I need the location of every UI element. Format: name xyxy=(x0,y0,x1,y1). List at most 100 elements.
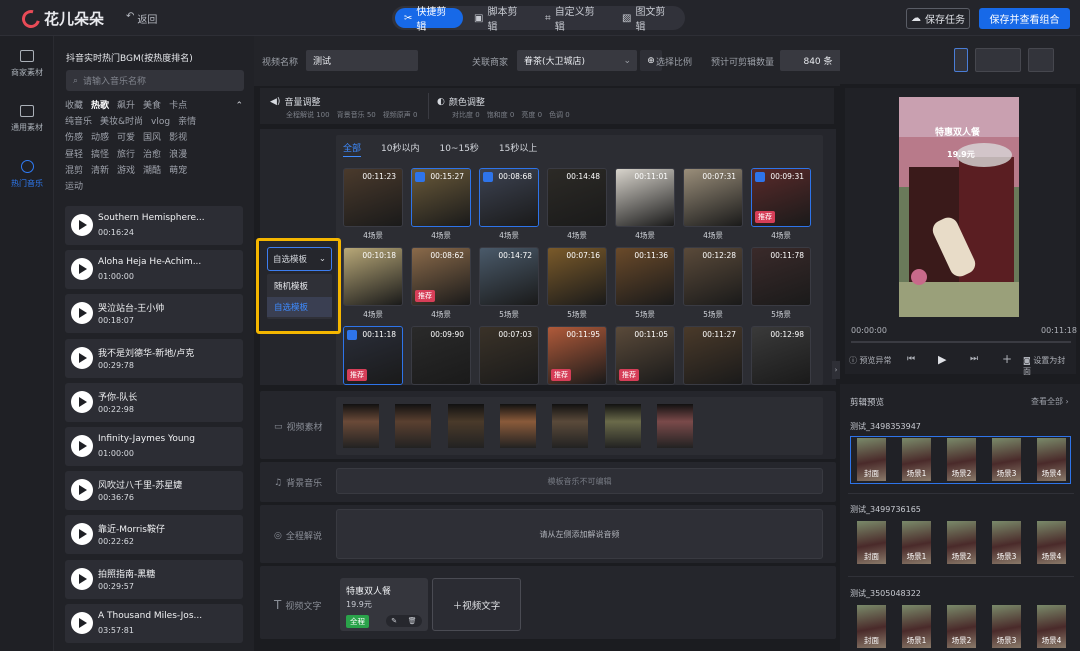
checkbox-checked-icon[interactable] xyxy=(347,330,357,340)
clip-scene-thumb[interactable]: 封面 xyxy=(857,605,886,648)
music-tag[interactable]: 可爱 xyxy=(117,130,135,146)
template-thumb[interactable]: 00:11:27 xyxy=(683,326,743,385)
music-tag[interactable]: 旅行 xyxy=(117,147,135,163)
template-thumb[interactable]: 00:11:18 推荐 xyxy=(343,326,403,385)
template-thumb[interactable]: 00:12:98 xyxy=(751,326,811,385)
material-clip[interactable] xyxy=(604,404,641,448)
material-clip[interactable] xyxy=(656,404,693,448)
video-frame[interactable]: 特惠双人餐 19.9元 xyxy=(899,97,1019,317)
template-thumb[interactable]: 00:09:90 xyxy=(411,326,471,385)
music-tag[interactable]: 昼轻 xyxy=(65,147,83,163)
tab-all[interactable]: 全部 xyxy=(343,141,362,157)
music-tag[interactable]: 潮酷 xyxy=(143,163,161,179)
music-tag[interactable]: 运动 xyxy=(65,179,83,195)
template-thumb[interactable]: 00:07:31 xyxy=(683,168,743,227)
material-clip[interactable] xyxy=(499,404,536,448)
music-tag[interactable]: 影视 xyxy=(169,130,187,146)
clip-scene-thumb[interactable]: 场景1 xyxy=(902,438,931,481)
song-item[interactable]: 哭泣站台-王小帅 00:18:07 xyxy=(65,294,243,334)
music-search-input[interactable]: ⌕ 请输入音乐名称 xyxy=(66,70,244,91)
nav-merchant-material[interactable]: 商家素材 xyxy=(0,50,54,78)
view-all-link[interactable]: 查看全部 › xyxy=(1031,396,1069,407)
play-icon[interactable] xyxy=(71,435,93,457)
chevron-up-icon[interactable]: ⌃ xyxy=(235,98,243,114)
prev-icon[interactable]: ⏮ xyxy=(907,354,915,364)
back-button[interactable]: ↶ 返回 xyxy=(126,11,157,26)
save-and-view-button[interactable]: 保存并查看组合 xyxy=(979,8,1070,29)
music-tag[interactable]: 亲情 xyxy=(178,114,196,130)
ratio-9-16[interactable] xyxy=(954,48,968,72)
nav-general-material[interactable]: 通用素材 xyxy=(0,105,54,133)
color-adjust-title[interactable]: ◐ 颜色调整 xyxy=(437,95,485,109)
music-tag[interactable]: 飙升 xyxy=(117,98,135,114)
mode-tab-image-text[interactable]: ▨ 图文剪辑 xyxy=(613,7,682,33)
text-card[interactable]: 特惠双人餐 19.9元 全程 ✎ 🗑 xyxy=(340,578,428,631)
play-icon[interactable] xyxy=(71,258,93,281)
checkbox-checked-icon[interactable] xyxy=(483,172,493,182)
nav-hot-music[interactable]: 热门音乐 xyxy=(0,160,54,189)
save-task-button[interactable]: ☁ 保存任务 xyxy=(906,8,970,29)
video-name-input[interactable]: 测试 xyxy=(306,50,418,71)
song-item[interactable]: A Thousand Miles-Jos... 03:57:81 xyxy=(65,603,243,643)
play-icon[interactable] xyxy=(71,214,93,236)
clip-scene-thumb[interactable]: 场景4 xyxy=(1037,605,1066,648)
merchant-select[interactable]: 眷茶(大卫城店) ⌄ xyxy=(517,50,637,71)
song-item[interactable]: 风吹过八千里-苏星婕 00:36:76 xyxy=(65,471,243,511)
music-tag[interactable]: 国风 xyxy=(143,130,161,146)
clip-scene-thumb[interactable]: 场景2 xyxy=(947,438,976,481)
music-tag[interactable]: 收藏 xyxy=(65,98,83,114)
template-thumb[interactable]: 00:11:23 xyxy=(343,168,403,227)
template-thumb[interactable]: 00:12:28 xyxy=(683,247,743,306)
progress-bar[interactable] xyxy=(851,341,1071,343)
collapse-toggle[interactable]: › xyxy=(832,361,840,379)
app-logo[interactable]: 花儿朵朵 xyxy=(18,6,104,31)
tab-10-15s[interactable]: 10~15秒 xyxy=(439,141,478,157)
music-tag[interactable]: 游戏 xyxy=(117,163,135,179)
song-item[interactable]: Infinity-Jaymes Young 01:00:00 xyxy=(65,427,243,466)
clip-scene-thumb[interactable]: 场景2 xyxy=(947,521,976,564)
clip-scene-thumb[interactable]: 场景1 xyxy=(902,605,931,648)
clip-scene-thumb[interactable]: 场景2 xyxy=(947,605,976,648)
template-thumb[interactable]: 00:08:62 推荐 xyxy=(411,247,471,306)
clip-scene-thumb[interactable]: 场景1 xyxy=(902,521,931,564)
tab-over-15s[interactable]: 15秒以上 xyxy=(499,141,537,157)
music-tag[interactable]: 浪漫 xyxy=(169,147,187,163)
clip-scene-thumb[interactable]: 场景4 xyxy=(1037,438,1066,481)
clip-scene-thumb[interactable]: 场景3 xyxy=(992,605,1021,648)
music-tag[interactable]: 纯音乐 xyxy=(65,114,92,130)
mode-tab-script[interactable]: ▣ 脚本剪辑 xyxy=(465,7,534,33)
play-icon[interactable] xyxy=(71,479,93,502)
music-tag[interactable]: 动感 xyxy=(91,130,109,146)
edit-icon[interactable]: ✎ xyxy=(391,617,397,625)
song-item[interactable]: 予你-队长 00:22:98 xyxy=(65,382,243,422)
mode-tab-custom[interactable]: ⌗ 自定义剪辑 xyxy=(536,7,611,33)
music-tag[interactable]: 卡点 xyxy=(169,98,187,114)
music-tag[interactable]: 伤感 xyxy=(65,130,83,146)
mode-tab-quick[interactable]: ✂ 快捷剪辑 xyxy=(395,7,464,33)
ratio-16-9[interactable] xyxy=(975,48,1021,72)
narration-drop-zone[interactable]: 请从左侧添加解说音频 xyxy=(336,509,823,559)
checkbox-checked-icon[interactable] xyxy=(415,172,425,182)
delete-icon[interactable]: 🗑 xyxy=(408,617,417,625)
music-tag[interactable]: 美妆&时尚 xyxy=(100,114,143,130)
template-thumb[interactable]: 00:11:05 推荐 xyxy=(615,326,675,385)
report-button[interactable]: ⓘ 预览异常 xyxy=(849,355,892,366)
song-item[interactable]: Southern Hemisphere... 00:16:24 xyxy=(65,206,243,245)
template-thumb[interactable]: 00:07:03 xyxy=(479,326,539,385)
clip-scene-thumb[interactable]: 场景4 xyxy=(1037,521,1066,564)
set-cover-button[interactable]: ◙ 设置为封面 xyxy=(1023,355,1073,377)
tab-under-10s[interactable]: 10秒以内 xyxy=(381,141,419,157)
add-icon[interactable]: + xyxy=(1002,352,1012,366)
template-thumb[interactable]: 00:08:68 xyxy=(479,168,539,227)
play-icon[interactable] xyxy=(71,346,93,369)
material-clip[interactable] xyxy=(395,404,432,448)
music-tag[interactable]: 混剪 xyxy=(65,163,83,179)
music-tag[interactable]: 搞怪 xyxy=(91,147,109,163)
material-clip[interactable] xyxy=(552,404,589,448)
play-icon[interactable] xyxy=(71,390,93,413)
song-item[interactable]: Aloha Heja He-Achim... 01:00:00 xyxy=(65,250,243,290)
clip-scene-thumb[interactable]: 场景3 xyxy=(992,521,1021,564)
audio-adjust-title[interactable]: ◀) 音量调整 xyxy=(270,95,320,109)
template-thumb[interactable]: 00:07:16 xyxy=(547,247,607,306)
play-icon[interactable] xyxy=(71,567,93,590)
